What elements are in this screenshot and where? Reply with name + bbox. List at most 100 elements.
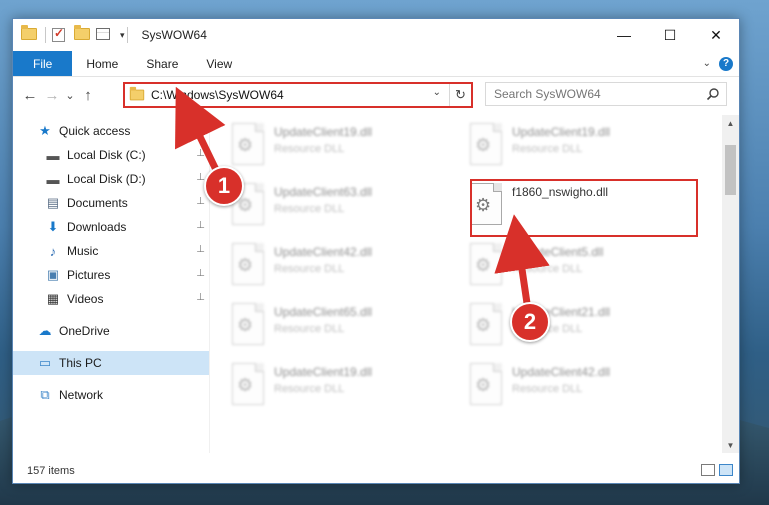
address-bar[interactable]: C:\Windows\SysWOW64 ⌄ ↻ — [123, 82, 473, 108]
vertical-scrollbar[interactable]: ▲ ▼ — [722, 115, 739, 453]
gear-icon: ⚙ — [475, 135, 492, 155]
file-name: UpdateClient19.dll — [274, 125, 373, 139]
dll-file-icon: ⚙ — [470, 243, 502, 285]
sidebar-item-local-disk-c[interactable]: ▬ Local Disk (C:) ⊥ — [13, 143, 209, 167]
up-button[interactable]: ↑ — [77, 83, 99, 107]
refresh-button[interactable]: ↻ — [449, 84, 471, 106]
sidebar-item-label: Documents — [67, 196, 128, 210]
pin-icon[interactable]: ⊥ — [196, 268, 205, 279]
file-item[interactable]: ⚙ UpdateClient42.dll Resource DLL — [470, 359, 690, 415]
file-type: Resource DLL — [274, 383, 345, 395]
search-icon[interactable] — [706, 87, 720, 101]
cloud-icon: ☁ — [38, 323, 52, 338]
tab-share[interactable]: Share — [132, 51, 192, 76]
file-name: UpdateClient65.dll — [274, 305, 373, 319]
window-title: SysWOW64 — [141, 28, 207, 42]
pictures-icon: ▣ — [46, 267, 60, 282]
details-view-icon[interactable] — [701, 464, 715, 476]
gear-icon: ⚙ — [475, 315, 492, 335]
tab-file[interactable]: File — [13, 51, 73, 76]
sidebar-item-downloads[interactable]: ⬇ Downloads ⊥ — [13, 215, 209, 239]
file-meta: UpdateClient19.dll Resource DLL — [274, 365, 372, 395]
gear-icon: ⚙ — [475, 255, 492, 275]
sidebar-item-onedrive[interactable]: ☁ OneDrive — [13, 319, 209, 343]
pin-icon[interactable]: ⊥ — [196, 244, 205, 255]
scroll-up-icon[interactable]: ▲ — [722, 115, 739, 131]
documents-icon: ▤ — [46, 195, 60, 210]
step-marker-1: 1 — [204, 166, 244, 206]
close-button[interactable]: ✕ — [693, 19, 739, 51]
file-item[interactable]: ⚙ UpdateClient19.dll Resource DLL — [470, 119, 690, 175]
music-icon: ♪ — [49, 243, 57, 259]
file-explorer-window: ▾ SysWOW64 — ☐ ✕ File Home Share View ⌄ … — [12, 18, 740, 484]
sidebar-item-this-pc[interactable]: ▭ This PC — [13, 351, 209, 375]
view-switcher — [701, 464, 733, 476]
sidebar-item-label: Downloads — [67, 220, 127, 234]
window-controls: — ☐ ✕ — [601, 19, 739, 51]
gear-icon: ⚙ — [237, 315, 254, 335]
file-meta: UpdateClient42.dll Resource DLL — [274, 245, 372, 275]
file-item[interactable]: ⚙ UpdateClient63.dll Resource DLL — [232, 179, 452, 235]
file-item[interactable]: ⚙ UpdateClient65.dll Resource DLL — [232, 299, 452, 355]
file-item[interactable]: ⚙ UpdateClient19.dll Resource DLL — [232, 359, 452, 415]
file-type: Resource DLL — [274, 143, 345, 155]
file-item[interactable]: ⚙UpdateClient21.dllResource DLL — [470, 299, 690, 355]
file-meta: UpdateClient42.dll Resource DLL — [512, 365, 610, 395]
customize-toolbar-chevron-icon[interactable]: ▾ — [120, 30, 125, 41]
target-file-highlight — [470, 179, 698, 237]
properties-check-icon[interactable] — [52, 26, 68, 42]
sidebar-item-label: Pictures — [67, 268, 111, 282]
address-dropdown-chevron-icon[interactable]: ⌄ — [433, 87, 441, 98]
videos-icon: ▦ — [46, 291, 60, 306]
scroll-down-icon[interactable]: ▼ — [722, 437, 739, 453]
minimize-button[interactable]: — — [601, 19, 647, 51]
file-item[interactable]: ⚙ UpdateClient19.dll Resource DLL — [232, 119, 452, 175]
dll-file-icon: ⚙ — [232, 123, 264, 165]
file-type: Resource DLL — [512, 263, 583, 275]
expand-ribbon-chevron-icon[interactable]: ⌄ — [703, 58, 711, 69]
help-icon[interactable]: ? — [719, 56, 733, 71]
items-count: 157 items — [27, 465, 75, 477]
new-folder-icon[interactable] — [74, 25, 90, 42]
properties-icon[interactable] — [96, 28, 112, 42]
tab-view[interactable]: View — [192, 51, 246, 76]
file-name: UpdateClient63.dll — [274, 185, 373, 199]
search-input[interactable] — [494, 87, 704, 101]
dll-file-icon: ⚙ — [470, 123, 502, 165]
file-item[interactable]: ⚙ UpdateClient42.dll Resource DLL — [232, 239, 452, 295]
forward-button[interactable]: → — [41, 83, 63, 107]
file-item[interactable]: ⚙ UpdateClient5.dll Resource DLL — [470, 239, 690, 295]
ribbon-right-controls: ⌄ ? — [703, 51, 739, 76]
drive-icon: ▬ — [46, 171, 60, 187]
file-type: Resource DLL — [274, 203, 345, 215]
dll-file-icon: ⚙ — [232, 303, 264, 345]
recent-locations-chevron-icon[interactable]: ⌄ — [63, 83, 77, 107]
file-name: UpdateClient42.dll — [512, 365, 611, 379]
scroll-thumb[interactable] — [725, 145, 736, 195]
back-button[interactable]: ← — [19, 83, 41, 107]
sidebar-item-documents[interactable]: ▤ Documents ⊥ — [13, 191, 209, 215]
toolbar-divider — [45, 27, 46, 43]
sidebar-item-quick-access[interactable]: ★ Quick access — [13, 119, 209, 143]
pin-icon[interactable]: ⊥ — [196, 148, 205, 159]
pin-icon[interactable]: ⊥ — [196, 220, 205, 231]
quick-access-toolbar: ▾ — [13, 19, 134, 51]
pin-icon[interactable]: ⊥ — [196, 196, 205, 207]
sidebar-item-music[interactable]: ♪ Music ⊥ — [13, 239, 209, 263]
sidebar-item-label: This PC — [59, 356, 102, 370]
dll-file-icon: ⚙ — [470, 303, 502, 345]
sidebar-item-network[interactable]: ⧉ Network — [13, 383, 209, 407]
search-box[interactable] — [485, 82, 727, 106]
maximize-button[interactable]: ☐ — [647, 19, 693, 51]
sidebar-item-label: Quick access — [59, 124, 131, 138]
pin-icon[interactable]: ⊥ — [196, 292, 205, 303]
tab-home[interactable]: Home — [72, 51, 132, 76]
dll-file-icon: ⚙ — [232, 363, 264, 405]
large-icons-view-icon[interactable] — [719, 464, 733, 476]
sidebar-item-videos[interactable]: ▦ Videos ⊥ — [13, 287, 209, 311]
computer-icon: ▭ — [38, 355, 52, 370]
sidebar-item-pictures[interactable]: ▣ Pictures ⊥ — [13, 263, 209, 287]
address-path[interactable]: C:\Windows\SysWOW64 — [151, 88, 284, 102]
sidebar-item-local-disk-d[interactable]: ▬ Local Disk (D:) ⊥ — [13, 167, 209, 191]
title-bar: ▾ SysWOW64 — ☐ ✕ — [13, 19, 739, 51]
